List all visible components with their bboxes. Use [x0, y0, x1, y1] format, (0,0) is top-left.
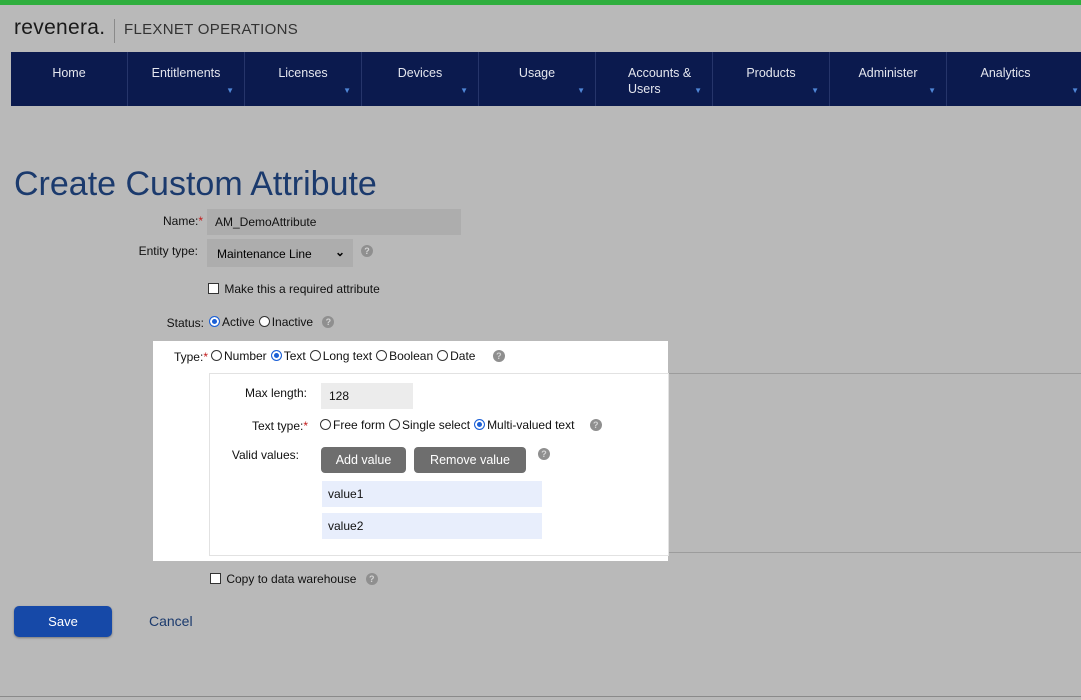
- main-nav: Home Entitlements ▼ Licenses ▼ Devices ▼…: [11, 52, 1081, 106]
- required-mark: *: [303, 419, 308, 433]
- status-label: Status:: [166, 316, 204, 330]
- help-icon[interactable]: ?: [589, 418, 602, 431]
- nav-item-products[interactable]: Products ▼: [713, 52, 830, 106]
- name-label: Name:*: [100, 214, 203, 228]
- nav-label: Licenses: [278, 66, 328, 80]
- valid-value-field[interactable]: [322, 513, 542, 539]
- help-icon[interactable]: ?: [538, 448, 550, 460]
- cancel-link[interactable]: Cancel: [149, 613, 193, 629]
- copy-to-warehouse-option: Copy to data warehouse ?: [210, 571, 378, 586]
- chevron-down-icon: ▼: [226, 86, 234, 95]
- help-icon[interactable]: ?: [365, 572, 378, 585]
- copy-to-warehouse-checkbox[interactable]: [210, 573, 221, 585]
- entity-type-value: Maintenance Line: [217, 247, 312, 261]
- type-label: Type:*: [153, 350, 208, 364]
- status-options: Active Inactive ?: [209, 314, 335, 329]
- text-type-label: Text type:*: [210, 419, 308, 433]
- text-type-label-text: Text type:: [251, 419, 304, 433]
- nav-label: Devices: [397, 66, 443, 80]
- required-mark: *: [198, 214, 203, 228]
- status-inactive-radio[interactable]: [258, 316, 270, 328]
- required-attribute-checkbox[interactable]: [208, 283, 219, 295]
- copy-to-warehouse-label: Copy to data warehouse: [226, 571, 357, 586]
- nav-item-accounts-users[interactable]: Accounts & Users ▼: [596, 52, 713, 106]
- nav-item-analytics[interactable]: Analytics ▼: [947, 52, 1081, 106]
- revenera-logo: revenera.: [14, 16, 106, 39]
- chevron-down-icon: ▼: [577, 86, 585, 95]
- nav-label: Entitlements: [151, 66, 221, 80]
- nav-label: Products: [746, 66, 796, 80]
- nav-label: Home: [52, 66, 86, 80]
- chevron-down-icon: ⌄: [334, 245, 345, 259]
- bottom-divider: [0, 696, 1081, 697]
- entity-type-label: Entity type:: [138, 244, 198, 258]
- type-text-radio[interactable]: [270, 350, 282, 362]
- panel-divider: [668, 373, 1081, 374]
- nav-item-administer[interactable]: Administer ▼: [830, 52, 947, 106]
- panel-divider: [668, 552, 1081, 553]
- remove-value-button[interactable]: Remove value: [414, 447, 526, 473]
- text-type-multi-valued-radio[interactable]: [474, 419, 486, 431]
- nav-item-home[interactable]: Home: [11, 52, 128, 106]
- required-attribute-label: Make this a required attribute: [224, 281, 380, 296]
- nav-item-devices[interactable]: Devices ▼: [362, 52, 479, 106]
- text-type-free-form-label: Free form: [333, 417, 386, 432]
- max-length-field[interactable]: [321, 383, 413, 409]
- logo-divider: [114, 19, 115, 43]
- chevron-down-icon: ▼: [460, 86, 468, 95]
- type-options: Number Text Long text Boolean Date ?: [211, 348, 505, 363]
- entity-type-select[interactable]: Maintenance Line ⌄: [207, 239, 353, 267]
- nav-item-licenses[interactable]: Licenses ▼: [245, 52, 362, 106]
- type-long-text-label: Long text: [322, 348, 373, 363]
- type-boolean-radio[interactable]: [376, 350, 388, 362]
- valid-value-field[interactable]: [322, 481, 542, 507]
- chevron-down-icon: ▼: [1071, 86, 1079, 95]
- text-type-multi-valued-label: Multi-valued text: [487, 417, 575, 432]
- product-name: FLEXNET OPERATIONS: [124, 21, 299, 38]
- type-label-text: Type:: [173, 350, 204, 364]
- required-attribute-option: Make this a required attribute: [208, 281, 384, 296]
- type-text-label: Text: [283, 348, 306, 363]
- name-field[interactable]: [207, 209, 461, 235]
- chevron-down-icon: ▼: [928, 86, 936, 95]
- status-active-radio[interactable]: [209, 316, 220, 328]
- add-value-button[interactable]: Add value: [321, 447, 406, 473]
- help-icon[interactable]: ?: [361, 245, 373, 257]
- app-header: revenera. FLEXNET OPERATIONS: [0, 5, 1081, 52]
- text-type-free-form-radio[interactable]: [320, 419, 331, 431]
- type-number-label: Number: [224, 348, 267, 363]
- status-inactive-label: Inactive: [271, 314, 314, 329]
- status-active-label: Active: [222, 314, 255, 329]
- chevron-down-icon: ▼: [811, 86, 819, 95]
- type-number-radio[interactable]: [211, 350, 222, 362]
- chevron-down-icon: ▼: [694, 86, 702, 95]
- help-icon[interactable]: ?: [492, 349, 505, 362]
- nav-item-entitlements[interactable]: Entitlements ▼: [128, 52, 245, 106]
- type-long-text-radio[interactable]: [309, 350, 321, 362]
- help-icon[interactable]: ?: [322, 315, 335, 328]
- type-date-radio[interactable]: [437, 350, 449, 362]
- nav-label: Analytics: [980, 66, 1031, 80]
- max-length-label: Max length:: [244, 386, 307, 400]
- nav-label: Accounts & Users: [628, 66, 692, 96]
- nav-label: Usage: [518, 66, 556, 80]
- nav-item-usage[interactable]: Usage ▼: [479, 52, 596, 106]
- text-type-single-select-label: Single select: [402, 417, 471, 432]
- chevron-down-icon: ▼: [343, 86, 351, 95]
- type-boolean-label: Boolean: [389, 348, 434, 363]
- text-type-single-select-radio[interactable]: [389, 419, 401, 431]
- text-type-options: Free form Single select Multi-valued text …: [320, 417, 602, 432]
- nav-label: Administer: [858, 66, 918, 80]
- type-date-label: Date: [450, 348, 476, 363]
- save-button[interactable]: Save: [14, 606, 112, 637]
- valid-values-label: Valid values:: [231, 448, 299, 462]
- required-mark: *: [203, 350, 208, 364]
- page-title: Create Custom Attribute: [14, 164, 377, 203]
- name-label-text: Name:: [162, 214, 199, 228]
